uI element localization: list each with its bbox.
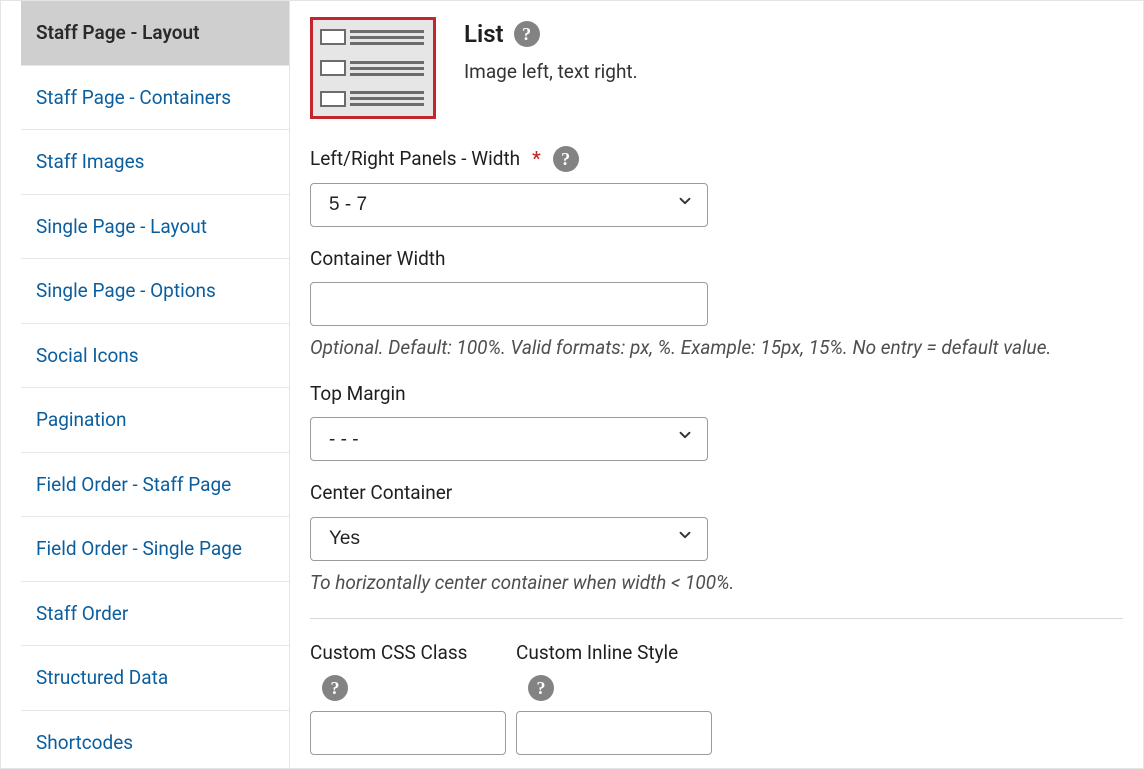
- sidebar-item-single-page-options[interactable]: Single Page - Options: [21, 259, 289, 324]
- helper-text: Optional. Default: 100%. Valid formats: …: [310, 334, 1123, 362]
- sidebar-item-label: Single Page - Options: [36, 279, 216, 302]
- label-text: Container Width: [310, 245, 445, 273]
- sidebar-item-staff-page-layout[interactable]: Staff Page - Layout: [21, 1, 289, 66]
- field-label: Custom CSS Class: [310, 639, 506, 667]
- label-text: Center Container: [310, 479, 452, 507]
- sidebar-item-label: Structured Data: [36, 666, 168, 689]
- sidebar-item-staff-page-containers[interactable]: Staff Page - Containers: [21, 66, 289, 131]
- help-icon[interactable]: ?: [514, 21, 540, 47]
- settings-page: Staff Page - Layout Staff Page - Contain…: [0, 0, 1144, 769]
- panels-width-select-wrap: 5 - 7: [310, 183, 708, 227]
- label-text: Top Margin: [310, 380, 406, 408]
- help-icon[interactable]: ?: [322, 675, 348, 701]
- panels-width-select[interactable]: 5 - 7: [310, 183, 708, 227]
- field-center-container: Center Container Yes To horizontally cen…: [310, 479, 1123, 596]
- container-width-input[interactable]: [310, 282, 708, 326]
- sidebar-item-label: Staff Order: [36, 602, 128, 625]
- sidebar-item-single-page-layout[interactable]: Single Page - Layout: [21, 195, 289, 260]
- sidebar-item-label: Staff Images: [36, 150, 144, 173]
- layout-title-text: List: [464, 17, 504, 52]
- sidebar-item-shortcodes[interactable]: Shortcodes: [21, 711, 289, 769]
- sidebar-item-label: Staff Page - Layout: [36, 21, 200, 44]
- sidebar-item-field-order-staff-page[interactable]: Field Order - Staff Page: [21, 453, 289, 518]
- sidebar-item-label: Shortcodes: [36, 731, 133, 754]
- sidebar-item-structured-data[interactable]: Structured Data: [21, 646, 289, 711]
- helper-text: To horizontally center container when wi…: [310, 569, 1123, 597]
- center-container-select-wrap: Yes: [310, 517, 708, 561]
- settings-tabs-sidebar: Staff Page - Layout Staff Page - Contain…: [21, 1, 290, 768]
- sidebar-item-label: Staff Page - Containers: [36, 86, 231, 109]
- sidebar-item-field-order-single-page[interactable]: Field Order - Single Page: [21, 517, 289, 582]
- custom-inline-style-input[interactable]: [516, 711, 712, 755]
- field-label: Container Width: [310, 245, 1123, 273]
- field-label: Top Margin: [310, 380, 1123, 408]
- custom-css-class-input[interactable]: [310, 711, 506, 755]
- field-custom-css-class: Custom CSS Class ?: [310, 639, 506, 755]
- field-top-margin: Top Margin - - -: [310, 380, 1123, 462]
- center-container-select[interactable]: Yes: [310, 517, 708, 561]
- field-label: Custom Inline Style: [516, 639, 712, 667]
- sidebar-item-label: Social Icons: [36, 344, 139, 367]
- top-margin-select-wrap: - - -: [310, 417, 708, 461]
- sidebar-item-label: Field Order - Staff Page: [36, 473, 231, 496]
- label-text: Custom CSS Class: [310, 639, 467, 667]
- field-label: Center Container: [310, 479, 1123, 507]
- layout-preview-header: List ? Image left, text right.: [310, 17, 1123, 119]
- settings-content: List ? Image left, text right. Left/Righ…: [290, 1, 1143, 768]
- field-label: Left/Right Panels - Width * ?: [310, 145, 1123, 173]
- field-custom-inline-style: Custom Inline Style ?: [516, 639, 712, 755]
- top-margin-select[interactable]: - - -: [310, 417, 708, 461]
- custom-css-row: Custom CSS Class ? Custom Inline Style ?: [310, 639, 1123, 755]
- field-panels-width: Left/Right Panels - Width * ? 5 - 7: [310, 145, 1123, 227]
- sidebar-item-social-icons[interactable]: Social Icons: [21, 324, 289, 389]
- field-container-width: Container Width Optional. Default: 100%.…: [310, 245, 1123, 362]
- sidebar-item-staff-images[interactable]: Staff Images: [21, 130, 289, 195]
- list-layout-thumbnail: [310, 17, 436, 119]
- layout-preview-text: List ? Image left, text right.: [464, 17, 638, 85]
- required-indicator: *: [532, 145, 541, 173]
- section-divider: [310, 618, 1123, 619]
- sidebar-item-staff-order[interactable]: Staff Order: [21, 582, 289, 647]
- sidebar-item-label: Field Order - Single Page: [36, 537, 242, 560]
- sidebar-item-label: Single Page - Layout: [36, 215, 207, 238]
- label-text: Left/Right Panels - Width: [310, 145, 520, 173]
- sidebar-item-pagination[interactable]: Pagination: [21, 388, 289, 453]
- layout-title: List ?: [464, 17, 638, 52]
- layout-description: Image left, text right.: [464, 58, 638, 86]
- label-text: Custom Inline Style: [516, 639, 678, 667]
- sidebar-item-label: Pagination: [36, 408, 127, 431]
- help-icon[interactable]: ?: [528, 675, 554, 701]
- help-icon[interactable]: ?: [553, 146, 579, 172]
